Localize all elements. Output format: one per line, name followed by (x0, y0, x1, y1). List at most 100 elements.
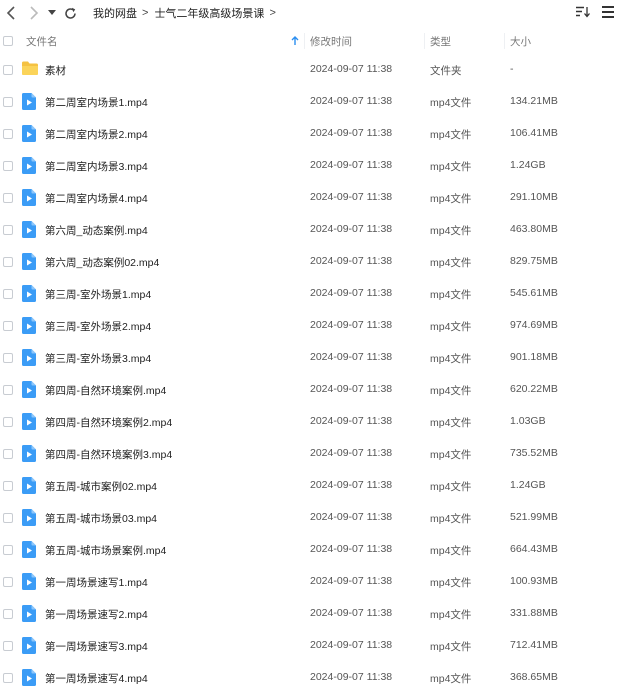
sort-icon[interactable] (576, 5, 590, 23)
video-file-icon (22, 637, 38, 654)
file-row[interactable]: 第一周场景速写2.mp4 2024-09-07 11:38 mp4文件 331.88M… (0, 598, 622, 630)
file-type: mp4文件 (430, 449, 472, 461)
file-modified: 2024-09-07 11:38 (310, 255, 393, 267)
file-name[interactable]: 第一周场景速写3.mp4 (45, 639, 148, 654)
video-file-icon (22, 253, 38, 270)
file-row[interactable]: 第三周-室外场景1.mp4 2024-09-07 11:38 mp4文件 545.61… (0, 278, 622, 310)
row-checkbox[interactable] (3, 257, 13, 267)
file-name[interactable]: 第四周-自然环境案例.mp4 (45, 383, 166, 398)
select-all-checkbox[interactable] (3, 30, 13, 52)
file-row[interactable]: 第六周_动态案例02.mp4 2024-09-07 11:38 mp4文件 829.7… (0, 246, 622, 278)
file-name[interactable]: 第三周-室外场景1.mp4 (45, 287, 151, 302)
row-checkbox[interactable] (3, 513, 13, 523)
row-checkbox[interactable] (3, 129, 13, 139)
file-row[interactable]: 第一周场景速写1.mp4 2024-09-07 11:38 mp4文件 100.93M… (0, 566, 622, 598)
forward-arrow-icon[interactable] (26, 4, 42, 22)
column-type[interactable]: 类型 (430, 30, 451, 52)
file-name[interactable]: 第六周_动态案例02.mp4 (45, 255, 159, 270)
file-type: mp4文件 (430, 417, 472, 429)
file-modified: 2024-09-07 11:38 (310, 191, 393, 203)
row-checkbox[interactable] (3, 449, 13, 459)
file-row[interactable]: 第二周室内场景1.mp4 2024-09-07 11:38 mp4文件 134.21M… (0, 86, 622, 118)
file-size: 1.24GB (510, 479, 546, 491)
file-type: mp4文件 (430, 353, 472, 365)
row-checkbox[interactable] (3, 65, 13, 75)
toolbar-right (576, 5, 614, 23)
video-file-icon (22, 541, 38, 558)
file-row[interactable]: 第四周-自然环境案例3.mp4 2024-09-07 11:38 mp4文件 735.… (0, 438, 622, 470)
file-name[interactable]: 第二周室内场景4.mp4 (45, 191, 148, 206)
breadcrumb-separator-icon: > (142, 7, 149, 19)
row-checkbox[interactable] (3, 641, 13, 651)
row-checkbox[interactable] (3, 417, 13, 427)
video-file-icon (22, 605, 38, 622)
file-row[interactable]: 第三周-室外场景3.mp4 2024-09-07 11:38 mp4文件 901.18… (0, 342, 622, 374)
file-type: mp4文件 (430, 577, 472, 589)
row-checkbox[interactable] (3, 161, 13, 171)
file-modified: 2024-09-07 11:38 (310, 607, 393, 619)
file-size: 545.61MB (510, 287, 558, 299)
row-checkbox[interactable] (3, 481, 13, 491)
file-name[interactable]: 第六周_动态案例.mp4 (45, 223, 148, 238)
row-checkbox[interactable] (3, 225, 13, 235)
file-row[interactable]: 第一周场景速写4.mp4 2024-09-07 11:38 mp4文件 368.65M… (0, 662, 622, 694)
breadcrumb-item-current[interactable]: 士气二年级高级场景课 (154, 5, 264, 21)
file-modified: 2024-09-07 11:38 (310, 543, 393, 555)
file-name[interactable]: 第一周场景速写1.mp4 (45, 575, 148, 590)
file-type: mp4文件 (430, 129, 472, 141)
row-checkbox[interactable] (3, 577, 13, 587)
history-dropdown-icon[interactable] (47, 4, 57, 22)
file-row[interactable]: 第二周室内场景3.mp4 2024-09-07 11:38 mp4文件 1.24GB (0, 150, 622, 182)
file-size: 521.99MB (510, 511, 558, 523)
file-name[interactable]: 第一周场景速写2.mp4 (45, 607, 148, 622)
file-name[interactable]: 第四周-自然环境案例2.mp4 (45, 415, 172, 430)
file-name[interactable]: 素材 (45, 63, 66, 78)
file-size: 1.03GB (510, 415, 546, 427)
file-name[interactable]: 第二周室内场景1.mp4 (45, 95, 148, 110)
video-file-icon (22, 413, 38, 430)
file-row[interactable]: 第一周场景速写3.mp4 2024-09-07 11:38 mp4文件 712.41M… (0, 630, 622, 662)
file-name[interactable]: 第四周-自然环境案例3.mp4 (45, 447, 172, 462)
column-name[interactable]: 文件名 (26, 30, 58, 52)
file-name[interactable]: 第五周-城市场景案例.mp4 (45, 543, 166, 558)
file-row[interactable]: 第四周-自然环境案例.mp4 2024-09-07 11:38 mp4文件 620.2… (0, 374, 622, 406)
file-name[interactable]: 第三周-室外场景2.mp4 (45, 319, 151, 334)
refresh-icon[interactable] (62, 4, 78, 22)
toolbar: 我的网盘 > 士气二年级高级场景课 > (0, 0, 622, 26)
row-checkbox[interactable] (3, 289, 13, 299)
file-row[interactable]: 第五周-城市场景03.mp4 2024-09-07 11:38 mp4文件 521.9… (0, 502, 622, 534)
file-name[interactable]: 第一周场景速写4.mp4 (45, 671, 148, 686)
file-row[interactable]: 第三周-室外场景2.mp4 2024-09-07 11:38 mp4文件 974.69… (0, 310, 622, 342)
file-row[interactable]: 第五周-城市案例02.mp4 2024-09-07 11:38 mp4文件 1.24G… (0, 470, 622, 502)
file-row[interactable]: 第四周-自然环境案例2.mp4 2024-09-07 11:38 mp4文件 1.03… (0, 406, 622, 438)
file-modified: 2024-09-07 11:38 (310, 319, 393, 331)
file-type: mp4文件 (430, 641, 472, 653)
video-file-icon (22, 285, 38, 302)
back-arrow-icon[interactable] (3, 4, 19, 22)
file-row[interactable]: 素材 2024-09-07 11:38 文件夹 - (0, 54, 622, 86)
file-name[interactable]: 第二周室内场景2.mp4 (45, 127, 148, 142)
file-row[interactable]: 第二周室内场景2.mp4 2024-09-07 11:38 mp4文件 106.41M… (0, 118, 622, 150)
file-row[interactable]: 第二周室内场景4.mp4 2024-09-07 11:38 mp4文件 291.10M… (0, 182, 622, 214)
breadcrumb-item-root[interactable]: 我的网盘 (93, 5, 137, 21)
file-name[interactable]: 第三周-室外场景3.mp4 (45, 351, 151, 366)
file-list: 素材 2024-09-07 11:38 文件夹 - 第二周室内场景1.mp4 2024-0… (0, 54, 622, 694)
file-row[interactable]: 第六周_动态案例.mp4 2024-09-07 11:38 mp4文件 463.80M… (0, 214, 622, 246)
file-name[interactable]: 第五周-城市案例02.mp4 (45, 479, 157, 494)
row-checkbox[interactable] (3, 385, 13, 395)
column-modified[interactable]: 修改时间 (310, 30, 352, 52)
row-checkbox[interactable] (3, 545, 13, 555)
sort-ascending-icon[interactable] (291, 30, 299, 52)
row-checkbox[interactable] (3, 321, 13, 331)
column-size[interactable]: 大小 (510, 30, 531, 52)
row-checkbox[interactable] (3, 193, 13, 203)
file-name[interactable]: 第二周室内场景3.mp4 (45, 159, 148, 174)
file-name[interactable]: 第五周-城市场景03.mp4 (45, 511, 157, 526)
row-checkbox[interactable] (3, 353, 13, 363)
view-grid-icon[interactable] (602, 5, 614, 23)
file-modified: 2024-09-07 11:38 (310, 63, 393, 75)
file-row[interactable]: 第五周-城市场景案例.mp4 2024-09-07 11:38 mp4文件 664.4… (0, 534, 622, 566)
row-checkbox[interactable] (3, 97, 13, 107)
video-file-icon (22, 669, 38, 686)
row-checkbox[interactable] (3, 609, 13, 619)
